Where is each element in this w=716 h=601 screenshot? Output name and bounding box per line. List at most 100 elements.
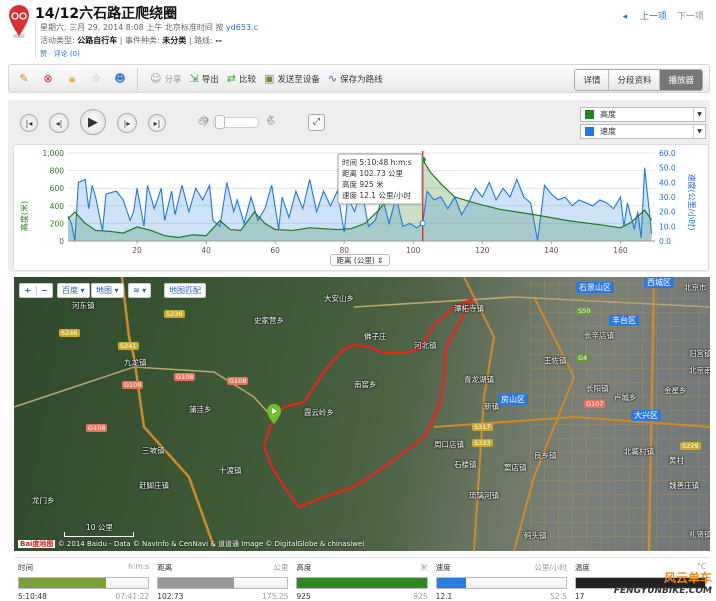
map-place-label: 龙门乡 [32, 496, 55, 505]
map-place-label: 黄村 [669, 456, 684, 465]
zoom-out-button[interactable]: − [35, 286, 53, 295]
label: 高度 [600, 110, 616, 119]
road-shield: S333 [472, 439, 493, 447]
star-icon[interactable]: ☆ [87, 72, 105, 85]
stat-header: 时间 h:m:s [18, 562, 149, 573]
map-district-label[interactable]: 房山区 [498, 394, 528, 405]
send-to-device-button[interactable]: ▣ 发送至设备 [264, 72, 320, 85]
speed-slider-handle[interactable] [215, 115, 225, 129]
y-left-tick-label: 1,000 [43, 149, 65, 158]
compare-button[interactable]: ⇄ 比较 [227, 72, 256, 85]
divider [35, 20, 36, 58]
provider-select[interactable]: 百度 ▾ [57, 283, 90, 298]
comments-link[interactable]: 评论 (0) [54, 50, 80, 58]
layers-icon: ≋ [133, 286, 140, 295]
stat-2: 高度米 925 925 [292, 558, 431, 601]
delete-icon[interactable]: ⊗ [39, 72, 57, 85]
zoom-in-button[interactable]: + [20, 286, 36, 295]
copyright-text: © 2014 Baidu - Data © NavInfo & CenNavi … [57, 540, 365, 548]
lock-icon[interactable]: 🔒︎ [63, 72, 81, 86]
map-place-label: 蒲洼乡 [189, 405, 212, 414]
map-place-label: 礼贤镇 [689, 530, 710, 539]
map-district-label[interactable]: 丰台区 [609, 315, 639, 326]
stat-header: 距离 公里 [157, 562, 288, 573]
prev-link[interactable]: ◂ 上一项 [623, 12, 667, 22]
skip-start-button[interactable]: |◂ [20, 114, 38, 132]
map-place-label: 赶脚庄镇 [139, 481, 169, 490]
next-link[interactable]: 下一项 [677, 12, 704, 22]
map-match-button[interactable]: 地图匹配 [164, 283, 206, 298]
edit-icon[interactable]: ✎ [15, 72, 33, 85]
tab-details[interactable]: 详情 [575, 70, 609, 90]
tab-splits[interactable]: 分段资料 [608, 70, 660, 90]
tooltip: 时间 5:10:48 h:m:s 距离 102.73 公里 高度 925 米 速… [337, 153, 423, 205]
stat-label: 速度 [435, 563, 451, 572]
x-axis-select[interactable]: 距离 (公里) ⇕ [330, 254, 390, 266]
map-district-label[interactable]: 大兴区 [631, 410, 661, 421]
stat-unit: 米 [420, 563, 428, 572]
stat-label: 高度 [296, 563, 312, 572]
metric2-select[interactable]: 速度 ▼ [580, 124, 706, 139]
watermark-en: FENGYUNBIKE.COM [613, 586, 712, 596]
map-district-label[interactable]: 石景山区 [576, 282, 614, 293]
road-shield: S246 [59, 329, 80, 337]
play-button[interactable]: ▶ [80, 109, 106, 135]
date-text: 星期六, 三月 29, 2014 8:08 上午 北京标准时间 按 [40, 23, 224, 32]
stat-unit: h:m:s [128, 562, 150, 571]
map-place-label: 新镇 [484, 402, 499, 411]
user-link[interactable]: yd653.c [226, 23, 258, 32]
stat-header: 高度 米 [296, 562, 427, 573]
stat-progress-bar[interactable] [157, 577, 289, 589]
y-right-tick-label: 60.0 [659, 149, 676, 158]
map-place-label: 琉璃河镇 [469, 491, 499, 500]
map-place-label: 良乡镇 [534, 451, 557, 460]
y-right-tick-label: 20.0 [659, 208, 676, 217]
start-marker-icon[interactable] [267, 404, 281, 424]
event-type[interactable]: 未分类 [162, 36, 186, 45]
item-nav: ◂ 上一项 下一项 [613, 9, 704, 22]
save-route-button[interactable]: ∿ 保存为路线 [328, 72, 383, 85]
label: 保存为路线 [340, 74, 383, 85]
tab-player[interactable]: 播放器 [659, 70, 702, 90]
stat-0: 时间 h:m:s 5:10:48 07:41:22 [14, 558, 153, 601]
map-district-label[interactable]: 西城区 [644, 277, 674, 288]
route-value: -- [215, 36, 222, 45]
step-back-button[interactable]: ◂| [49, 113, 69, 133]
layers-select[interactable]: ≋ ▾ [128, 283, 152, 298]
turtle-icon: 🐢︎ [198, 117, 210, 127]
people-icon[interactable]: ☻ [111, 72, 129, 85]
map-place-label: 北臧村镇 [624, 447, 654, 456]
label: 速度 [600, 127, 616, 136]
stat-progress-bar[interactable] [18, 577, 150, 589]
activity-type[interactable]: 公路自行车 [77, 36, 117, 45]
map-place-label: 佛子庄 [364, 332, 387, 341]
stat-progress-bar[interactable] [435, 577, 567, 589]
social: 赞 · 评论 (0) [40, 50, 80, 58]
y-left-tick-label: 400 [50, 202, 65, 211]
skip-end-button[interactable]: ▸| [148, 114, 166, 132]
fullscreen-icon[interactable]: ⤢ [308, 114, 325, 131]
map-place-label: 大安山乡 [324, 294, 354, 303]
label: 导出 [201, 74, 219, 85]
map-type-select[interactable]: 地图 ▾ [91, 283, 124, 298]
map-place-label: 青龙湖镇 [464, 375, 494, 384]
page-title: 14/12六石路正爬绕圈 [35, 6, 178, 22]
route-track [262, 296, 475, 509]
map[interactable]: + − 百度 ▾ 地图 ▾ ≋ ▾ 地图匹配 河东镇 大安山乡 史家营乡 九龙镇 佛子庄河… [14, 277, 710, 551]
share-button[interactable]: ☺ 分享 [150, 72, 181, 85]
elevation-speed-chart[interactable]: 0 200 400 600 800 1,000 0.0 10.0 20.0 30.0 40.0 50.… [13, 144, 709, 271]
road-shield: S317 [472, 423, 493, 431]
toolbar: ✎ ⊗ 🔒︎ ☆ ☻ ☺ 分享 ⇲ 导出 ⇄ 比较 ▣ 发送至设备 ∿ 保存为路线 详情 … [8, 64, 710, 93]
y-left-tick-label: 0 [59, 237, 64, 246]
map-place-label: 码头镇 [524, 531, 547, 540]
like-link[interactable]: 赞 [40, 50, 47, 58]
export-button[interactable]: ⇲ 导出 [189, 72, 218, 85]
chevron-down-icon: ▼ [693, 125, 705, 138]
label: 活动类型: [40, 36, 75, 45]
stat-progress-bar[interactable] [296, 577, 428, 589]
label: 地图 [96, 286, 112, 295]
tooltip-speed: 速度 12.1 公里/小时 [342, 190, 411, 200]
y-right-tick-label: 10.0 [659, 222, 676, 231]
step-forward-button[interactable]: |▸ [117, 113, 137, 133]
metric1-select[interactable]: 高度 ▼ [580, 107, 706, 122]
